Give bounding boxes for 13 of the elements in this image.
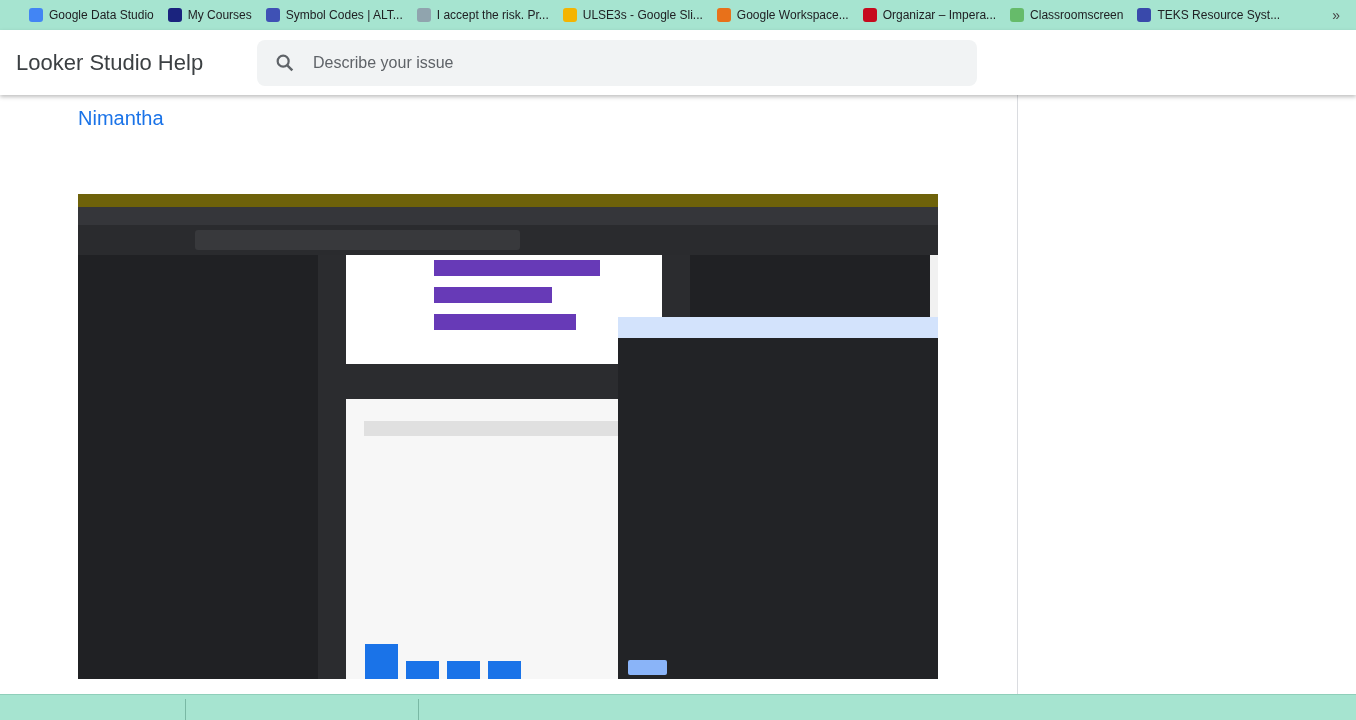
- site-title: Looker Studio Help: [16, 49, 205, 76]
- bookmark[interactable]: Google Data Studio: [28, 7, 154, 23]
- overflow-button[interactable]: »: [1332, 7, 1340, 23]
- bookmark[interactable]: I accept the risk. Pr...: [415, 7, 549, 23]
- search-field[interactable]: Describe your issue: [257, 39, 977, 86]
- bookmark[interactable]: Symbol Codes | ALT...: [264, 7, 403, 23]
- bookmark[interactable]: My Courses: [166, 7, 252, 23]
- bookmark[interactable]: TEKS Resource Syst...: [1136, 7, 1281, 23]
- author-link[interactable]: Nimantha: [78, 107, 164, 130]
- bookmark[interactable]: Google Workspace...: [715, 7, 849, 23]
- bookmark[interactable]: Organizar – Impera...: [861, 7, 997, 23]
- bookmark[interactable]: ULSE3s - Google Sli...: [561, 7, 703, 23]
- bookmark[interactable]: Classroomscreen: [1009, 7, 1124, 23]
